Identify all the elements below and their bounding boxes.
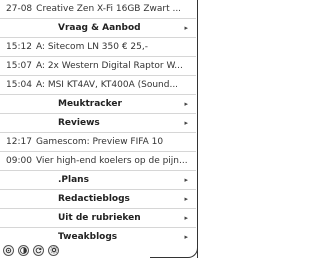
feed-item-title: A: 2x Western Digital Raptor W...	[35, 61, 183, 71]
widget-toolbar	[3, 242, 59, 258]
settings-icon[interactable]	[3, 244, 14, 256]
refresh-icon[interactable]	[33, 244, 44, 256]
feed-item[interactable]: 12:17 Gamescom: Preview FIFA 10	[0, 133, 196, 152]
feed-item-time: 15:12	[6, 42, 32, 52]
feed-item-time: 15:04	[6, 80, 32, 90]
feed-item[interactable]: 09:00 Vier high-end koelers op de pijn...	[0, 152, 196, 171]
widget-corner	[150, 242, 198, 258]
feed-item-title: Gamescom: Preview FIFA 10	[35, 137, 164, 147]
chevron-right-icon: ▸	[184, 214, 188, 222]
feed-item[interactable]: 27-08 Creative Zen X-Fi 16GB Zwart ...	[0, 0, 196, 19]
feed-list: 27-08 Creative Zen X-Fi 16GB Zwart ... Vr…	[0, 0, 196, 246]
chevron-right-icon: ▸	[184, 100, 188, 108]
contrast-icon[interactable]	[18, 244, 29, 256]
feed-item-time: 27-08	[6, 4, 33, 14]
section-reviews[interactable]: Reviews ▸	[0, 114, 196, 133]
section-meuktracker[interactable]: Meuktracker ▸	[0, 95, 196, 114]
chevron-right-icon: ▸	[184, 24, 188, 32]
section-redactieblogs[interactable]: Redactieblogs ▸	[0, 190, 196, 209]
widget-frame: 27-08 Creative Zen X-Fi 16GB Zwart ... Vr…	[0, 0, 204, 260]
section-uit-de-rubrieken[interactable]: Uit de rubrieken ▸	[0, 209, 196, 228]
feed-item[interactable]: 15:12 A: Sitecom LN 350 € 25,-	[0, 38, 196, 57]
feed-item[interactable]: 15:04 A: MSI KT4AV, KT400A (Sound...	[0, 76, 196, 95]
section-vraag-aanbod[interactable]: Vraag & Aanbod ▸	[0, 19, 196, 38]
feed-item-title: Vier high-end koelers op de pijn...	[35, 156, 188, 166]
section-label: Redactieblogs	[58, 194, 130, 204]
section-label: .Plans	[58, 175, 89, 185]
section-label: Reviews	[58, 118, 100, 128]
chevron-right-icon: ▸	[184, 195, 188, 203]
feed-item-title: Creative Zen X-Fi 16GB Zwart ...	[36, 4, 182, 14]
feed-item-time: 09:00	[6, 156, 32, 166]
feed-item-time: 12:17	[6, 137, 32, 147]
widget-border	[197, 0, 198, 258]
feed-item-title: A: MSI KT4AV, KT400A (Sound...	[35, 80, 179, 90]
section-label: Tweakblogs	[58, 232, 118, 242]
section-label: Uit de rubrieken	[58, 213, 141, 223]
gear-icon[interactable]	[48, 244, 59, 256]
feed-item-time: 15:07	[6, 61, 32, 71]
section-label: Meuktracker	[58, 99, 122, 109]
section-label: Vraag & Aanbod	[58, 23, 141, 33]
feed-item[interactable]: 15:07 A: 2x Western Digital Raptor W...	[0, 57, 196, 76]
chevron-right-icon: ▸	[184, 119, 188, 127]
section-plans[interactable]: .Plans ▸	[0, 171, 196, 190]
feed-item-title: A: Sitecom LN 350 € 25,-	[35, 42, 148, 52]
chevron-right-icon: ▸	[184, 176, 188, 184]
